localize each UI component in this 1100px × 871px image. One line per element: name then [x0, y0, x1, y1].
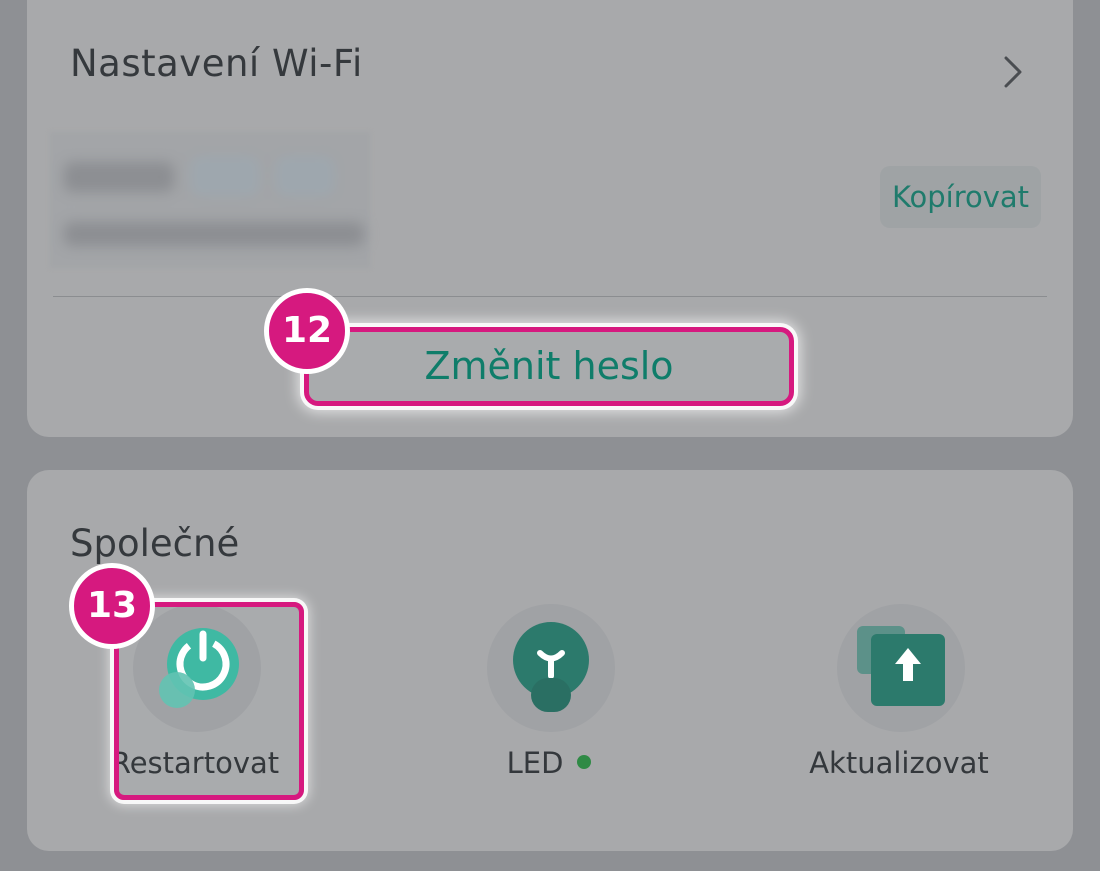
callout-badge-13: 13 [69, 563, 155, 649]
wifi-settings-title: Nastavení Wi-Fi [70, 42, 363, 85]
led-label: LED [506, 746, 564, 780]
callout-badge-12: 12 [264, 288, 350, 374]
led-icon-circle [487, 604, 615, 732]
update-arrow-icon [857, 626, 945, 706]
update-icon-circle [837, 604, 965, 732]
divider [53, 296, 1047, 297]
copy-button[interactable]: Kopírovat [880, 166, 1041, 228]
change-password-button[interactable]: Změnit heslo [304, 327, 794, 406]
led-label-row: LED [409, 746, 689, 780]
chevron-right-icon[interactable] [994, 54, 1030, 90]
led-action[interactable]: LED [449, 596, 649, 796]
lightbulb-icon [513, 622, 589, 712]
common-card: Společné Restartovat LED Aktualizovat 13 [27, 470, 1073, 851]
update-action[interactable]: Aktualizovat [799, 596, 999, 796]
wifi-settings-card: Nastavení Wi-Fi Kopírovat Změnit heslo 1… [27, 0, 1073, 437]
screen: Nastavení Wi-Fi Kopírovat Změnit heslo 1… [0, 0, 1100, 871]
update-label: Aktualizovat [809, 746, 989, 780]
redacted-network-info [50, 132, 370, 268]
common-section-title: Společné [70, 522, 240, 565]
change-password-label: Změnit heslo [424, 344, 674, 388]
led-status-dot [577, 755, 592, 769]
